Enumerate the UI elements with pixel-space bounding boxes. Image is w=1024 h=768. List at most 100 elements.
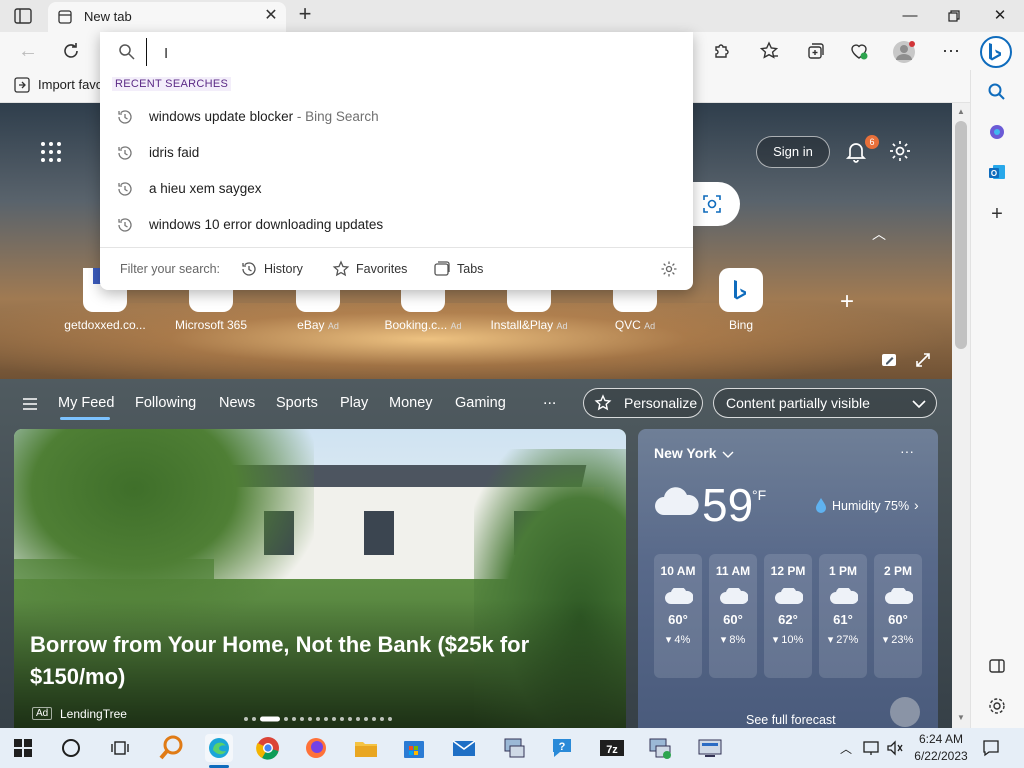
minimize-button[interactable]: —	[888, 4, 932, 28]
edge-browser-icon[interactable]	[205, 734, 233, 762]
new-tab-button[interactable]: +	[294, 3, 316, 26]
more-tabs-button[interactable]: ...	[543, 391, 556, 409]
filter-favorites-button[interactable]: Favorites	[332, 258, 407, 280]
refresh-icon[interactable]	[60, 40, 82, 62]
import-favorites-link[interactable]: Import favo	[38, 77, 103, 92]
hourly-forecast-item[interactable]: 12 PM 62° ▾ 10%	[764, 554, 812, 678]
hero-source[interactable]: LendingTree	[60, 707, 127, 721]
quick-link-label: Microsoft 365	[174, 318, 248, 332]
firefox-icon[interactable]	[302, 734, 330, 762]
outlook-icon[interactable]: O	[987, 162, 1007, 182]
history-clock-icon	[116, 108, 134, 126]
tab-gaming[interactable]: Gaming	[455, 395, 506, 411]
menu-hamburger-icon[interactable]	[22, 397, 38, 411]
hourly-forecast-item[interactable]: 2 PM 60° ▾ 23%	[874, 554, 922, 678]
hide-sidebar-icon[interactable]	[987, 656, 1007, 676]
collapse-chevron-icon[interactable]: ︿	[872, 227, 890, 241]
scroll-up-arrow-icon[interactable]: ▲	[957, 107, 965, 116]
hourly-forecast-item[interactable]: 11 AM 60° ▾ 8%	[709, 554, 757, 678]
clock-time[interactable]: 6:24 AM	[915, 732, 967, 746]
tab-new-tab[interactable]: New tab ✕	[48, 2, 286, 32]
remote-desktop-icon[interactable]	[696, 734, 724, 762]
bing-chat-icon[interactable]	[980, 36, 1012, 68]
show-hidden-icons-chevron[interactable]: ︿	[840, 740, 852, 757]
close-window-button[interactable]: ✕	[978, 4, 1022, 28]
apps-launcher-icon[interactable]	[40, 141, 62, 163]
content-visibility-dropdown[interactable]: Content partially visible	[713, 388, 937, 418]
windows-start-icon[interactable]	[14, 739, 32, 757]
back-arrow-icon[interactable]: ←	[18, 40, 40, 62]
recent-search-item[interactable]: a hieu xem saygex	[100, 171, 693, 207]
weather-card[interactable]: New York ··· 59 °F Humidity 75% › 10 AM …	[638, 429, 938, 728]
extensions-icon[interactable]	[710, 40, 732, 62]
address-search-input[interactable]	[146, 38, 673, 66]
filter-tabs-button[interactable]: Tabs	[433, 258, 483, 280]
page-settings-icon[interactable]	[888, 139, 912, 163]
weather-map-thumbnail[interactable]	[890, 697, 920, 727]
edit-background-icon[interactable]	[880, 351, 898, 369]
action-center-icon[interactable]	[982, 739, 1000, 757]
browser-essentials-icon[interactable]	[848, 40, 870, 62]
network-settings-icon[interactable]	[500, 734, 528, 762]
search-app-icon[interactable]	[158, 734, 186, 762]
hero-headline[interactable]: Borrow from Your Home, Not the Bank ($25…	[30, 629, 590, 693]
task-view-icon[interactable]	[110, 739, 130, 757]
tab-sports[interactable]: Sports	[276, 395, 318, 411]
network-icon[interactable]	[862, 740, 880, 756]
tab-news[interactable]: News	[219, 395, 255, 411]
more-options-icon[interactable]: ···	[940, 40, 962, 62]
chrome-icon[interactable]	[254, 734, 282, 762]
7zip-icon[interactable]: 7z	[598, 734, 626, 762]
weather-location[interactable]: New York	[654, 445, 717, 461]
filter-history-button[interactable]: History	[240, 258, 303, 280]
tab-following[interactable]: Following	[135, 395, 196, 411]
sidebar-settings-icon[interactable]	[987, 696, 1007, 716]
hour-temperature: 61°	[833, 612, 853, 627]
microsoft-store-icon[interactable]	[400, 734, 428, 762]
page-scrollbar[interactable]: ▲ ▼	[952, 103, 970, 728]
copilot-shopping-icon[interactable]	[987, 122, 1007, 142]
scrollbar-thumb[interactable]	[955, 121, 967, 349]
humidity-chevron-right-icon[interactable]: ›	[914, 497, 919, 513]
search-circle-icon[interactable]	[62, 739, 80, 757]
hour-time: 10 AM	[660, 564, 696, 578]
file-explorer-icon[interactable]	[352, 734, 380, 762]
hourly-forecast-item[interactable]: 1 PM 61° ▾ 27%	[819, 554, 867, 678]
fullscreen-icon[interactable]	[914, 351, 932, 369]
add-sidebar-app-icon[interactable]: +	[987, 204, 1007, 224]
recent-search-text: windows 10 error downloading updates	[149, 217, 384, 232]
hero-article-card[interactable]: Borrow from Your Home, Not the Bank ($25…	[14, 429, 626, 728]
recent-search-item[interactable]: idris faid	[100, 135, 693, 171]
scroll-down-arrow-icon[interactable]: ▼	[957, 713, 965, 722]
tab-money[interactable]: Money	[389, 395, 433, 411]
quick-assist-icon[interactable]: ?	[548, 734, 576, 762]
weather-more-icon[interactable]: ···	[900, 443, 914, 459]
mail-icon[interactable]	[450, 734, 478, 762]
title-bar: New tab ✕ + — ✕	[0, 0, 1024, 32]
device-manager-icon[interactable]	[646, 734, 674, 762]
tab-my-feed[interactable]: My Feed	[58, 395, 114, 411]
recent-search-item[interactable]: windows 10 error downloading updates	[100, 207, 693, 243]
quick-link-tile[interactable]: Bing	[698, 268, 784, 332]
search-icon[interactable]	[987, 82, 1007, 102]
carousel-dots[interactable]	[242, 711, 394, 722]
restore-button[interactable]	[932, 4, 976, 28]
collections-icon[interactable]	[804, 40, 826, 62]
favorites-star-icon[interactable]	[758, 40, 780, 62]
add-quick-link-button[interactable]: +	[836, 290, 858, 314]
personalize-button[interactable]: Personalize	[583, 388, 703, 418]
sign-in-button[interactable]: Sign in	[756, 136, 830, 168]
close-icon[interactable]: ✕	[262, 7, 280, 25]
hour-temperature: 60°	[888, 612, 908, 627]
hourly-forecast-item[interactable]: 10 AM 60° ▾ 4%	[654, 554, 702, 678]
weather-unit[interactable]: °F	[752, 487, 766, 503]
tab-actions-icon[interactable]	[14, 8, 32, 24]
search-settings-icon[interactable]	[660, 260, 678, 278]
precip-drop-icon: ▾	[827, 634, 834, 646]
volume-muted-icon[interactable]	[886, 740, 904, 756]
recent-search-item[interactable]: windows update blocker - Bing Search	[100, 99, 693, 135]
tab-play[interactable]: Play	[340, 395, 368, 411]
profile-avatar[interactable]	[892, 40, 915, 63]
clock-date[interactable]: 6/22/2023	[912, 749, 970, 763]
see-full-forecast-link[interactable]: See full forecast	[746, 713, 836, 727]
